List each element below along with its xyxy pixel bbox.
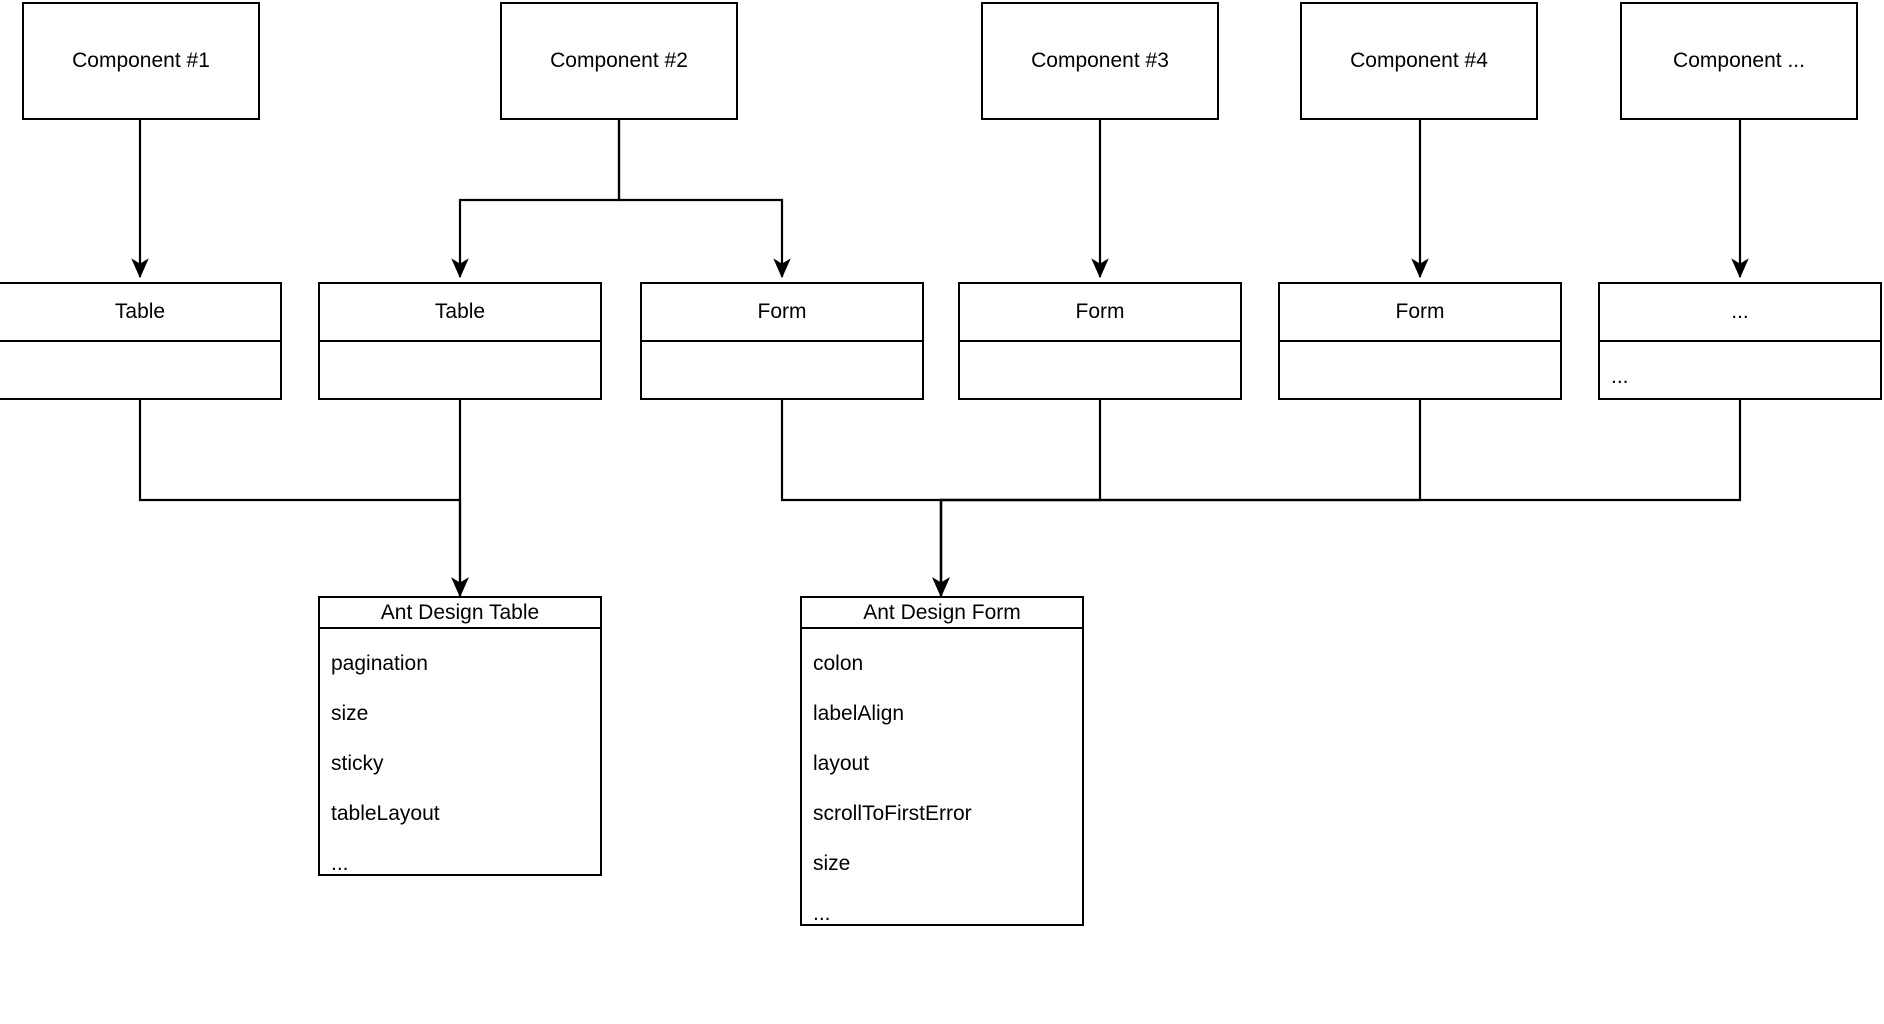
edge-form2-to-ant-form (932, 400, 1102, 598)
node-component-1[interactable]: Component #1 (22, 2, 260, 120)
node-ant-design-table[interactable]: Ant Design Table pagination size sticky … (318, 596, 602, 876)
node-component-1-label: Component #1 (72, 49, 210, 73)
node-ant-design-table-props: pagination size sticky tableLayout ... (320, 629, 600, 874)
node-ant-design-form[interactable]: Ant Design Form colon labelAlign layout … (800, 596, 1084, 926)
prop-item: pagination (331, 652, 428, 675)
node-usage-table-2-header: Table (320, 284, 600, 342)
node-component-3[interactable]: Component #3 (981, 2, 1219, 120)
node-usage-form-2[interactable]: Form (958, 282, 1242, 400)
node-component-2[interactable]: Component #2 (500, 2, 738, 120)
prop-item: labelAlign (813, 702, 905, 725)
node-usage-form-3-header: Form (1280, 284, 1560, 342)
node-ant-design-table-header: Ant Design Table (320, 598, 600, 629)
node-component-more[interactable]: Component ... (1620, 2, 1858, 120)
prop-item: ... (331, 852, 349, 875)
node-usage-form-3-body (1280, 342, 1560, 398)
node-usage-table-1-body (0, 342, 280, 398)
node-usage-form-3[interactable]: Form (1278, 282, 1562, 400)
node-component-4-label: Component #4 (1350, 49, 1488, 73)
node-usage-table-1-header: Table (0, 284, 280, 342)
node-component-2-label: Component #2 (550, 49, 688, 73)
node-usage-form-2-header: Form (960, 284, 1240, 342)
node-usage-more-body: ... (1600, 342, 1880, 398)
prop-item: layout (813, 752, 870, 775)
node-usage-form-1-header: Form (642, 284, 922, 342)
prop-item: tableLayout (331, 802, 440, 825)
diagram-canvas: Component #1 Component #2 Component #3 C… (0, 0, 1884, 1024)
node-usage-table-2[interactable]: Table (318, 282, 602, 400)
edge-form3-to-ant-form (932, 400, 1422, 598)
prop-item: scrollToFirstError (813, 802, 972, 825)
prop-item: ... (813, 902, 831, 925)
node-usage-table-2-body (320, 342, 600, 398)
node-usage-table-1[interactable]: Table (0, 282, 282, 400)
node-component-3-label: Component #3 (1031, 49, 1169, 73)
node-usage-form-2-body (960, 342, 1240, 398)
prop-item: size (813, 852, 851, 875)
prop-item: colon (813, 652, 864, 675)
node-component-4[interactable]: Component #4 (1300, 2, 1538, 120)
edge-component2-to-table2 (451, 120, 621, 279)
node-usage-more-ellipsis: ... (1611, 365, 1629, 388)
node-component-more-label: Component ... (1673, 49, 1805, 73)
edge-table1-to-ant-table (138, 400, 469, 598)
node-ant-design-form-props: colon labelAlign layout scrollToFirstErr… (802, 629, 1082, 924)
edge-form1-to-ant-form (780, 400, 950, 598)
prop-item: size (331, 702, 369, 725)
node-usage-more-header: ... (1600, 284, 1880, 342)
prop-item: sticky (331, 752, 384, 775)
edge-component2-to-form1 (617, 120, 791, 279)
node-ant-design-form-header: Ant Design Form (802, 598, 1082, 629)
node-usage-more[interactable]: ... ... (1598, 282, 1882, 400)
node-usage-form-1[interactable]: Form (640, 282, 924, 400)
node-usage-form-1-body (642, 342, 922, 398)
edge-usagemore-to-ant-form (932, 400, 1742, 598)
